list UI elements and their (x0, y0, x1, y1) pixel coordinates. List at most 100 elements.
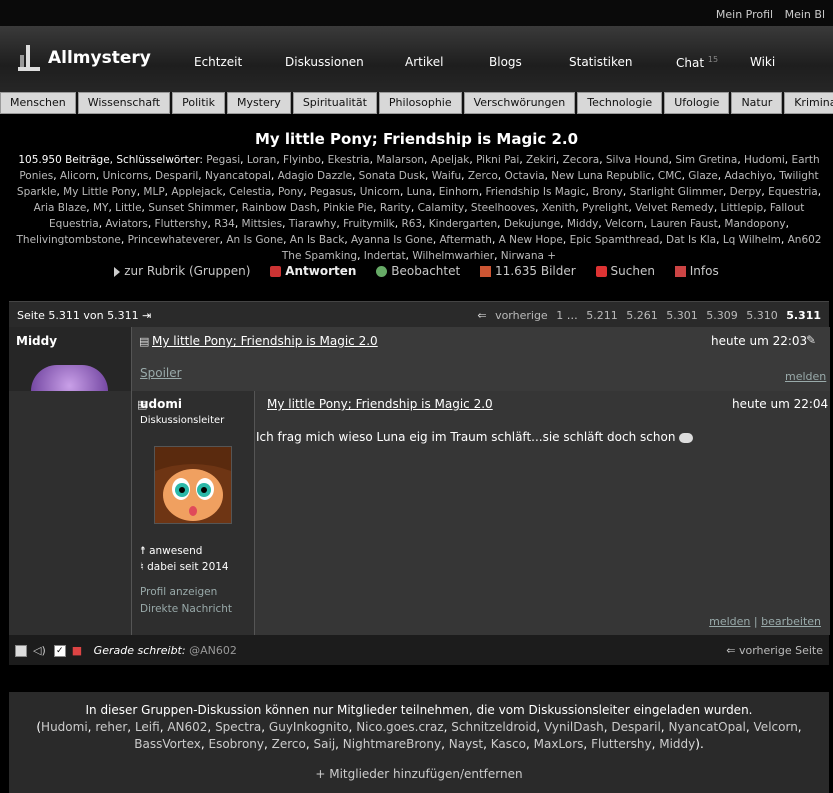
keyword-link[interactable]: CMC (658, 170, 682, 182)
search-link[interactable]: Suchen (595, 264, 655, 278)
keyword-link[interactable]: Adagio Dazzle (278, 170, 352, 182)
keyword-link[interactable]: Lauren Faust (651, 218, 718, 230)
keyword-link[interactable]: Aria Blaze (34, 202, 87, 214)
keyword-link[interactable]: Middy (567, 218, 599, 230)
watched-link[interactable]: Beobachtet (376, 264, 460, 278)
keyword-link[interactable]: Friendship Is Magic (486, 186, 586, 198)
keyword-link[interactable]: Fruitymilk (343, 218, 395, 230)
category-tab[interactable]: Menschen (0, 92, 76, 114)
page-link[interactable]: 5.301 (666, 309, 698, 322)
typing-user[interactable]: @AN602 (189, 644, 237, 657)
post2-edit-link[interactable]: bearbeiten (761, 615, 821, 628)
keyword-link[interactable]: Calamity (418, 202, 465, 214)
post1-avatar[interactable] (31, 365, 108, 391)
category-tab[interactable]: Politik (172, 92, 225, 114)
keyword-link[interactable]: Mittsies (242, 218, 283, 230)
post1-username[interactable]: Middy (16, 334, 57, 348)
page-link[interactable]: 5.261 (626, 309, 658, 322)
images-link[interactable]: 11.635 Bilder (480, 264, 576, 278)
nav-chat[interactable]: Chat 15 (676, 55, 718, 70)
keyword-link[interactable]: New Luna Republic (551, 170, 651, 182)
jump-last-icon[interactable]: ⇥ (142, 309, 151, 322)
keyword-link[interactable]: Littlepip (721, 202, 764, 214)
category-tab[interactable]: Ufologie (664, 92, 730, 114)
nav-echtzeit[interactable]: Echtzeit (194, 55, 242, 69)
category-tab[interactable]: Mystery (226, 92, 291, 114)
my-profile-link[interactable]: Mein Profil (716, 8, 773, 21)
member-link[interactable]: Leifi (135, 720, 160, 734)
keyword-link[interactable]: Dat Is Kla (666, 234, 716, 246)
keyword-link[interactable]: Unicorn (360, 186, 400, 198)
keyword-link[interactable]: Starlight Glimmer (630, 186, 723, 198)
member-link[interactable]: Zerco (272, 737, 306, 751)
keyword-link[interactable]: An Is Back (290, 234, 345, 246)
keyword-link[interactable]: Kindergarten (429, 218, 497, 230)
keyword-link[interactable]: Silva Hound (606, 154, 669, 166)
keyword-link[interactable]: Ayanna Is Gone (351, 234, 433, 246)
keyword-link[interactable]: Lq Wilhelm (723, 234, 781, 246)
keyword-link[interactable]: Hudomi (744, 154, 785, 166)
keyword-link[interactable]: Malarson (376, 154, 424, 166)
prev-arrow-icon[interactable]: ⇐ (477, 309, 486, 322)
nav-wiki[interactable]: Wiki (750, 55, 775, 69)
keyword-link[interactable]: Glaze (688, 170, 717, 182)
keyword-link[interactable]: Alicorn (60, 170, 96, 182)
category-tab[interactable]: Philosophie (378, 92, 462, 114)
keyword-link[interactable]: Brony (592, 186, 623, 198)
member-link[interactable]: Saij (314, 737, 336, 751)
member-link[interactable]: Esobrony (209, 737, 265, 751)
member-link[interactable]: NightmareBrony (343, 737, 441, 751)
keyword-link[interactable]: Sunset Shimmer (148, 202, 235, 214)
member-link[interactable]: Kasco (491, 737, 526, 751)
page-link-first[interactable]: 1 (556, 309, 563, 322)
keyword-link[interactable]: Flyinbo (283, 154, 321, 166)
keyword-link[interactable]: Epic Spamthread (570, 234, 660, 246)
member-link[interactable]: Nico.goes.craz (356, 720, 443, 734)
page-link[interactable]: 5.310 (746, 309, 778, 322)
category-tab[interactable]: Wissenschaft (77, 92, 171, 114)
keyword-link[interactable]: A New Hope (499, 234, 563, 246)
member-link[interactable]: NyancatOpal (668, 720, 745, 734)
keyword-link[interactable]: Adachiyo (724, 170, 772, 182)
keyword-link[interactable]: Ekestria (328, 154, 370, 166)
keyword-link[interactable]: Mandopony (724, 218, 785, 230)
category-tab[interactable]: Technologie (577, 92, 663, 114)
keyword-link[interactable]: Octavia (504, 170, 544, 182)
keyword-link[interactable]: Apeljak (431, 154, 470, 166)
member-link[interactable]: Middy (659, 737, 695, 751)
nav-statistiken[interactable]: Statistiken (569, 55, 633, 69)
refresh-icon[interactable]: ■ (72, 644, 82, 657)
keyword-link[interactable]: Velvet Remedy (635, 202, 714, 214)
keyword-link[interactable]: Nyancatopal (205, 170, 271, 182)
add-members-link[interactable]: + Mitglieder hinzufügen/entfernen (315, 767, 522, 781)
profile-link[interactable]: Profil anzeigen (140, 584, 232, 601)
member-link[interactable]: Desparil (611, 720, 660, 734)
member-link[interactable]: BassVortex (134, 737, 201, 751)
keyword-link[interactable]: Fluttershy (155, 218, 208, 230)
keyword-link[interactable]: Pony (278, 186, 303, 198)
member-link[interactable]: Velcorn (754, 720, 798, 734)
keyword-link[interactable]: An Is Gone (226, 234, 283, 246)
post2-avatar[interactable] (154, 446, 232, 524)
keyword-link[interactable]: Little (115, 202, 141, 214)
post1-report-link[interactable]: melden (785, 370, 826, 383)
member-link[interactable]: MaxLors (534, 737, 584, 751)
keyword-link[interactable]: Celestia (229, 186, 271, 198)
keyword-link[interactable]: Velcorn (605, 218, 644, 230)
post2-report-link[interactable]: melden (709, 615, 750, 628)
member-link[interactable]: AN602 (167, 720, 207, 734)
keyword-link[interactable]: Zerco (468, 170, 498, 182)
post2-title-link[interactable]: My little Pony; Friendship is Magic 2.0 (267, 397, 493, 411)
keywords-more-link[interactable]: + (547, 250, 556, 262)
keyword-link[interactable]: Nirwana (501, 250, 544, 262)
category-tab[interactable]: Kriminalfälle (784, 92, 833, 114)
back-to-category-link[interactable]: zur Rubrik (Gruppen) (114, 264, 250, 278)
logo[interactable]: Allmystery (18, 42, 151, 76)
category-tab[interactable]: Verschwörungen (463, 92, 576, 114)
toggle-checkbox[interactable] (15, 645, 27, 657)
member-link[interactable]: GuyInkognito (269, 720, 349, 734)
my-blog-link[interactable]: Mein Bl (785, 8, 825, 21)
keyword-link[interactable]: Desparil (155, 170, 198, 182)
keyword-link[interactable]: Steelhooves (471, 202, 535, 214)
keyword-link[interactable]: Wilhelmwarhier (412, 250, 494, 262)
